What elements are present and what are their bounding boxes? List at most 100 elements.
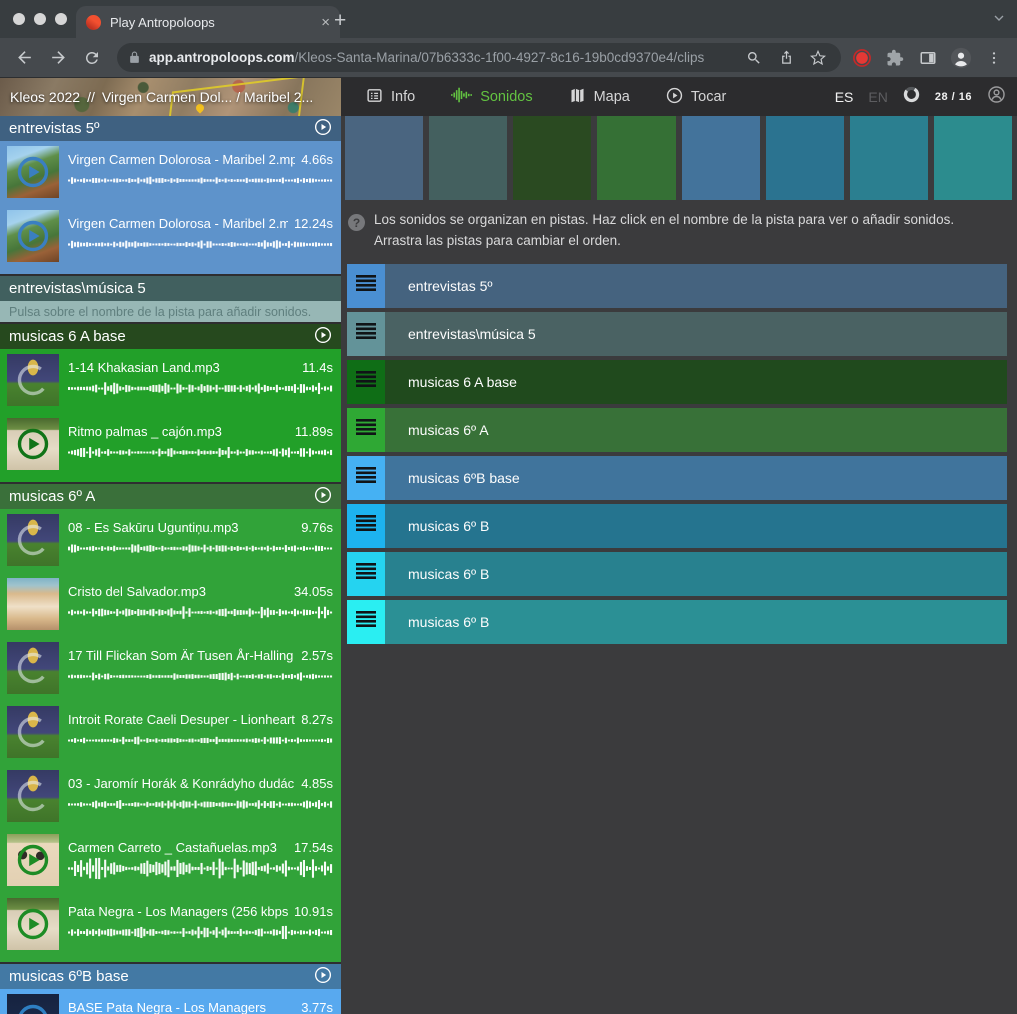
browser-menu-icon[interactable]: [982, 46, 1006, 70]
track-label[interactable]: musicas 6º A: [385, 408, 1007, 452]
track-row[interactable]: musicas 6º B: [347, 552, 1007, 596]
address-bar[interactable]: app.antropoloops.com/Kleos-Santa-Marina/…: [117, 43, 841, 72]
track-row[interactable]: musicas 6º A: [347, 408, 1007, 452]
clip-thumbnail[interactable]: [7, 706, 59, 758]
track-drag-handle[interactable]: [347, 312, 385, 356]
clip-thumbnail[interactable]: [7, 770, 59, 822]
track-label[interactable]: entrevistas\música 5: [385, 312, 1007, 356]
track-section-name[interactable]: musicas 6ºB base: [9, 968, 129, 985]
track-label[interactable]: musicas 6º B: [385, 504, 1007, 548]
track-color-swatch[interactable]: [850, 116, 928, 200]
extensions-puzzle-icon[interactable]: [883, 46, 907, 70]
track-section-header[interactable]: musicas 6º A: [0, 484, 341, 509]
window-minimize-button[interactable]: [34, 13, 46, 25]
track-label[interactable]: musicas 6ºB base: [385, 456, 1007, 500]
lang-en-button[interactable]: EN: [868, 89, 887, 105]
clip-item[interactable]: Cristo del Salvador.mp334.05s: [0, 573, 341, 635]
clip-play-icon[interactable]: [16, 155, 50, 189]
track-section-name[interactable]: entrevistas\música 5: [9, 280, 146, 297]
clip-play-icon[interactable]: [16, 907, 50, 941]
clip-item[interactable]: Virgen Carmen Dolorosa - Maribel 2.mp312…: [0, 205, 341, 267]
track-row[interactable]: entrevistas 5º: [347, 264, 1007, 308]
nav-item-info[interactable]: Info: [366, 87, 415, 108]
track-section-header[interactable]: entrevistas\música 5: [0, 276, 341, 301]
clip-item[interactable]: Introit Rorate Caeli Desuper - Lionheart…: [0, 701, 341, 763]
track-section-name[interactable]: musicas 6º A: [9, 488, 95, 505]
track-drag-handle[interactable]: [347, 552, 385, 596]
track-color-swatch[interactable]: [682, 116, 760, 200]
clip-thumbnail[interactable]: [7, 642, 59, 694]
track-color-swatch[interactable]: [766, 116, 844, 200]
track-color-swatch[interactable]: [597, 116, 675, 200]
clip-item[interactable]: 08 - Es Sakūru Uguntiņu.mp39.76s: [0, 509, 341, 571]
tab-search-chevron-icon[interactable]: [991, 10, 1007, 31]
track-drag-handle[interactable]: [347, 504, 385, 548]
track-row[interactable]: musicas 6º B: [347, 504, 1007, 548]
window-controls[interactable]: [13, 13, 67, 25]
clip-thumbnail[interactable]: [7, 898, 59, 950]
clip-item[interactable]: Carmen Carreto _ Castañuelas.mp317.54s: [0, 829, 341, 891]
track-row[interactable]: entrevistas\música 5: [347, 312, 1007, 356]
clip-thumbnail[interactable]: [7, 146, 59, 198]
clip-play-icon[interactable]: [16, 219, 50, 253]
track-label[interactable]: entrevistas 5º: [385, 264, 1007, 308]
track-drag-handle[interactable]: [347, 600, 385, 644]
clip-item[interactable]: Ritmo palmas _ cajón.mp311.89s: [0, 413, 341, 475]
reload-button[interactable]: [77, 43, 107, 73]
track-color-swatch[interactable]: [934, 116, 1012, 200]
zoom-page-icon[interactable]: [742, 46, 766, 70]
recording-extension-icon[interactable]: [850, 46, 874, 70]
section-play-button[interactable]: [314, 118, 332, 140]
clip-thumbnail[interactable]: [7, 578, 59, 630]
track-color-swatch[interactable]: [513, 116, 591, 200]
clip-item[interactable]: 1-14 Khakasian Land.mp311.4s: [0, 349, 341, 411]
bookmark-star-icon[interactable]: [806, 46, 830, 70]
forward-button[interactable]: [43, 43, 73, 73]
back-button[interactable]: [9, 43, 39, 73]
track-color-swatch[interactable]: [429, 116, 507, 200]
nav-item-mapa[interactable]: Mapa: [569, 87, 630, 108]
breadcrumb-project[interactable]: Kleos 2022: [10, 89, 80, 105]
clip-play-icon[interactable]: [16, 1003, 50, 1014]
breadcrumb[interactable]: Kleos 2022 // Virgen Carmen Dol... / Mar…: [0, 78, 341, 116]
clip-thumbnail[interactable]: [7, 354, 59, 406]
track-label[interactable]: musicas 6 A base: [385, 360, 1007, 404]
account-icon[interactable]: [987, 85, 1006, 109]
track-section-name[interactable]: musicas 6 A base: [9, 328, 126, 345]
track-row[interactable]: musicas 6ºB base: [347, 456, 1007, 500]
tab-close-icon[interactable]: ×: [321, 14, 330, 31]
track-row[interactable]: musicas 6º B: [347, 600, 1007, 644]
track-section-header[interactable]: entrevistas 5º: [0, 116, 341, 141]
clip-item[interactable]: Virgen Carmen Dolorosa - Maribel 2.mp34.…: [0, 141, 341, 203]
window-zoom-button[interactable]: [55, 13, 67, 25]
clip-item[interactable]: BASE Pata Negra - Los Managers3.77s: [0, 989, 341, 1014]
side-panel-icon[interactable]: [916, 46, 940, 70]
clip-thumbnail[interactable]: [7, 514, 59, 566]
clip-item[interactable]: 17 Till Flickan Som Är Tusen År-Halling …: [0, 637, 341, 699]
track-color-swatch[interactable]: [345, 116, 423, 200]
track-row[interactable]: musicas 6 A base: [347, 360, 1007, 404]
track-section-name[interactable]: entrevistas 5º: [9, 120, 100, 137]
clip-thumbnail[interactable]: [7, 994, 59, 1014]
track-section-header[interactable]: musicas 6ºB base: [0, 964, 341, 989]
track-label[interactable]: musicas 6º B: [385, 552, 1007, 596]
section-play-button[interactable]: [314, 966, 332, 988]
track-label[interactable]: musicas 6º B: [385, 600, 1007, 644]
nav-item-sonidos[interactable]: Sonidos: [451, 87, 532, 107]
new-tab-button[interactable]: +: [334, 8, 346, 34]
share-icon[interactable]: [774, 46, 798, 70]
breadcrumb-path[interactable]: Virgen Carmen Dol... / Maribel 2...: [102, 89, 313, 105]
clip-play-icon[interactable]: [16, 843, 50, 877]
clip-play-icon[interactable]: [16, 427, 50, 461]
clip-thumbnail[interactable]: [7, 418, 59, 470]
track-drag-handle[interactable]: [347, 408, 385, 452]
track-drag-handle[interactable]: [347, 360, 385, 404]
profile-avatar[interactable]: [949, 46, 973, 70]
nav-item-tocar[interactable]: Tocar: [666, 87, 726, 108]
lang-es-button[interactable]: ES: [835, 89, 854, 105]
clip-item[interactable]: 03 - Jaromír Horák & Konrádyho dudácká .…: [0, 765, 341, 827]
clip-item[interactable]: Pata Negra - Los Managers (256 kbps).mp3…: [0, 893, 341, 955]
track-drag-handle[interactable]: [347, 264, 385, 308]
browser-tab[interactable]: Play Antropoloops ×: [76, 6, 340, 38]
track-drag-handle[interactable]: [347, 456, 385, 500]
